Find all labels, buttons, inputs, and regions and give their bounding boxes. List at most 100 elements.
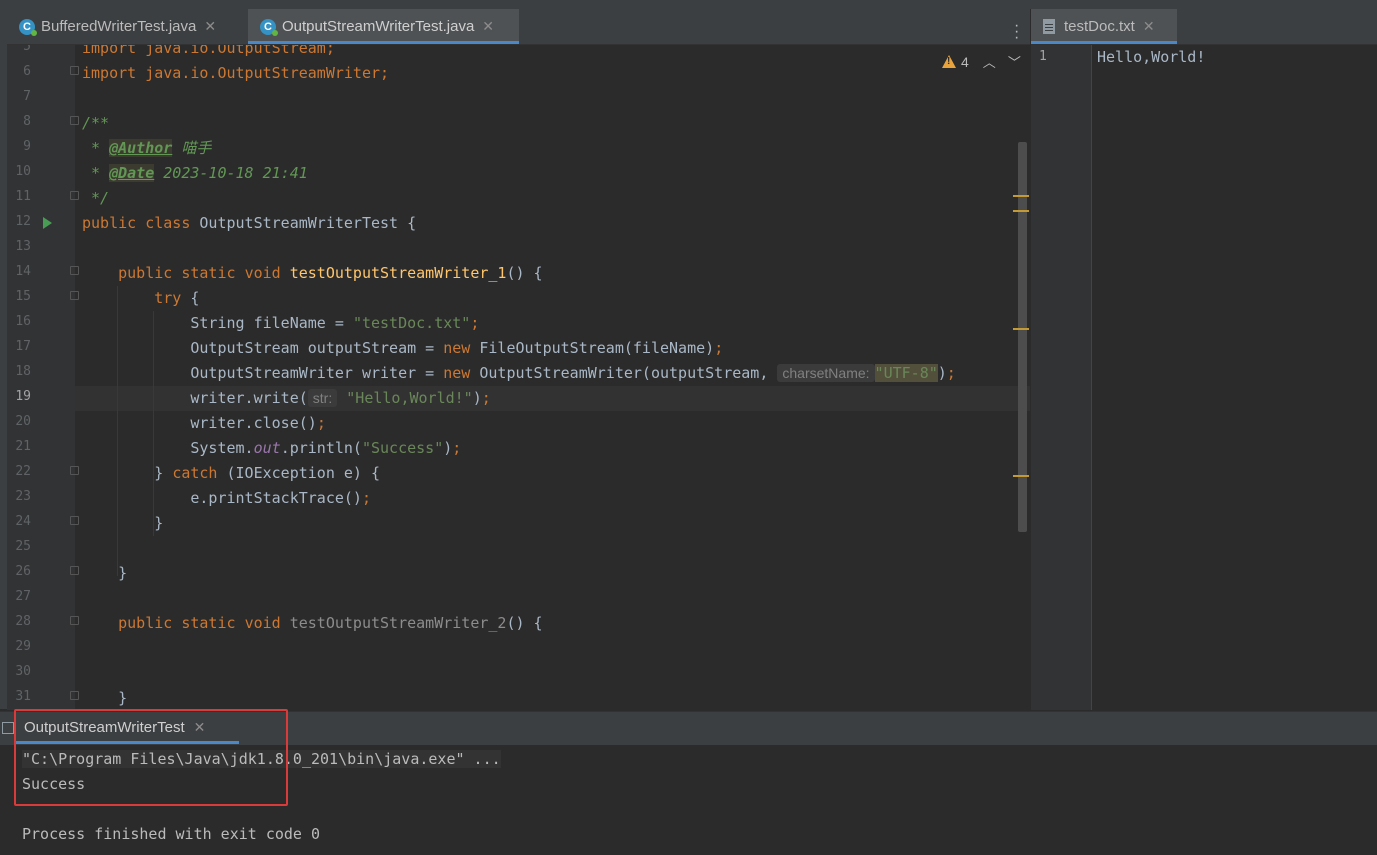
code-line-26: } [82, 561, 127, 586]
line-number: 14 [15, 264, 31, 279]
code-text: } [118, 564, 128, 582]
code-line-21: System.out.println("Success"); [82, 436, 461, 461]
more-options-icon[interactable]: · · · [1014, 18, 1019, 46]
code-text: ; [316, 414, 326, 432]
java-class-icon: C [260, 18, 278, 36]
line-number: 25 [15, 539, 31, 554]
file-content-line: Hello,World! [1097, 48, 1206, 66]
chevron-down-icon[interactable]: ﹀ [1008, 52, 1021, 71]
warning-marker[interactable] [1013, 475, 1029, 477]
code-line-5: import java.io.OutputStream; [82, 45, 335, 61]
fold-icon[interactable] [70, 191, 79, 200]
fold-icon[interactable] [70, 266, 79, 275]
tab-label: testDoc.txt [1064, 18, 1135, 35]
code-line-10: * @Date 2023-10-18 21:41 [82, 161, 308, 186]
tab-test-doc[interactable]: testDoc.txt ✕ [1031, 9, 1177, 44]
code-text: } [154, 464, 164, 482]
code-text: testOutputStreamWriter_2 [289, 614, 507, 632]
code-text: { [398, 214, 417, 232]
line-number: 22 [15, 464, 31, 479]
java-class-icon: C [19, 18, 37, 36]
code-text: ) [443, 439, 453, 457]
run-gutter-icon[interactable] [43, 217, 52, 229]
line-number-gutter [1031, 45, 1092, 710]
code-text: } [118, 689, 128, 707]
code-text: FileOutputStream(fileName) [470, 339, 715, 357]
tab-label: OutputStreamWriterTest.java [282, 18, 475, 35]
close-icon[interactable]: ✕ [204, 18, 216, 35]
code-text: writer.write( [190, 389, 308, 407]
code-text: public [82, 214, 137, 232]
fold-icon[interactable] [70, 516, 79, 525]
line-number: 15 [15, 289, 31, 304]
code-text: void [244, 264, 281, 282]
fold-icon[interactable] [70, 66, 79, 75]
tab-buffered-writer-test[interactable]: C BufferedWriterTest.java ✕ [7, 9, 240, 44]
code-text: 2023-10-18 21:41 [154, 164, 308, 182]
editor-scrollbar[interactable] [1018, 142, 1027, 532]
code-text: static [181, 264, 236, 282]
highlight-annotation-box [14, 709, 288, 806]
code-line-18: OutputStreamWriter writer = new OutputSt… [82, 361, 956, 386]
code-editor[interactable]: 5 6 7 8 9 10 11 12 13 14 15 16 17 18 19 20 21 22 23 24 25 26 2… [7, 45, 1030, 710]
code-line-23: e.printStackTrace(); [82, 486, 371, 511]
code-text: ; [714, 339, 724, 357]
close-icon[interactable]: ✕ [482, 18, 494, 35]
warning-marker[interactable] [1013, 328, 1029, 330]
fold-icon[interactable] [70, 116, 79, 125]
code-text: /** [82, 114, 110, 132]
fold-icon[interactable] [70, 616, 79, 625]
line-number: 8 [23, 114, 31, 129]
fold-icon[interactable] [70, 691, 79, 700]
line-number: 7 [23, 89, 31, 104]
project-side-strip [0, 9, 7, 709]
line-number: 11 [15, 189, 31, 204]
warning-marker[interactable] [1013, 210, 1029, 212]
fold-icon[interactable] [70, 466, 79, 475]
code-text: @Date [109, 164, 155, 182]
chevron-up-icon[interactable]: ︿ [983, 52, 996, 71]
warning-icon [942, 55, 956, 68]
code-text: } [154, 514, 164, 532]
inspection-widget[interactable]: 4 ︿ ﹀ [942, 52, 1021, 71]
line-number: 23 [15, 489, 31, 504]
code-text: String fileName = [190, 314, 353, 332]
code-text: OutputStream outputStream = [190, 339, 444, 357]
code-text: "UTF-8" [874, 364, 938, 382]
code-text: public [118, 614, 173, 632]
code-line-17: OutputStream outputStream = new FileOutp… [82, 336, 723, 361]
code-text: new [443, 339, 471, 357]
code-text: testOutputStreamWriter_1 [289, 264, 507, 282]
code-line-15: try { [82, 286, 199, 311]
console-exit-line: Process finished with exit code 0 [22, 825, 321, 843]
tab-output-stream-writer-test[interactable]: C OutputStreamWriterTest.java ✕ [248, 9, 519, 44]
code-text: OutputStreamWriterTest [199, 214, 399, 232]
code-line-9: * @Author 喵手 [82, 136, 211, 161]
code-text: import java.io.OutputStreamWriter; [82, 64, 390, 82]
code-text: "Hello,World!" [346, 389, 473, 407]
code-text: import java.io.OutputStream; [82, 45, 335, 57]
code-line-24: } [82, 511, 163, 536]
line-number: 6 [23, 64, 31, 79]
line-number: 10 [15, 164, 31, 179]
line-number: 1 [1039, 49, 1047, 64]
line-number: 9 [23, 139, 31, 154]
line-number: 30 [15, 664, 31, 679]
code-text: ; [452, 439, 462, 457]
text-file-editor[interactable]: 1 Hello,World! [1031, 45, 1377, 710]
close-icon[interactable]: ✕ [1143, 18, 1155, 35]
warning-marker[interactable] [1013, 195, 1029, 197]
code-line-16: String fileName = "testDoc.txt"; [82, 311, 479, 336]
code-text: () { [506, 264, 543, 282]
fold-icon[interactable] [70, 566, 79, 575]
fold-icon[interactable] [70, 291, 79, 300]
code-text: ; [481, 389, 491, 407]
text-file-icon [1043, 19, 1055, 34]
line-number: 27 [15, 589, 31, 604]
code-line-31: } [82, 686, 127, 710]
code-text: out [253, 439, 281, 457]
code-text: public [118, 264, 173, 282]
code-text: ; [946, 364, 956, 382]
line-number: 20 [15, 414, 31, 429]
code-line-20: writer.close(); [82, 411, 326, 436]
